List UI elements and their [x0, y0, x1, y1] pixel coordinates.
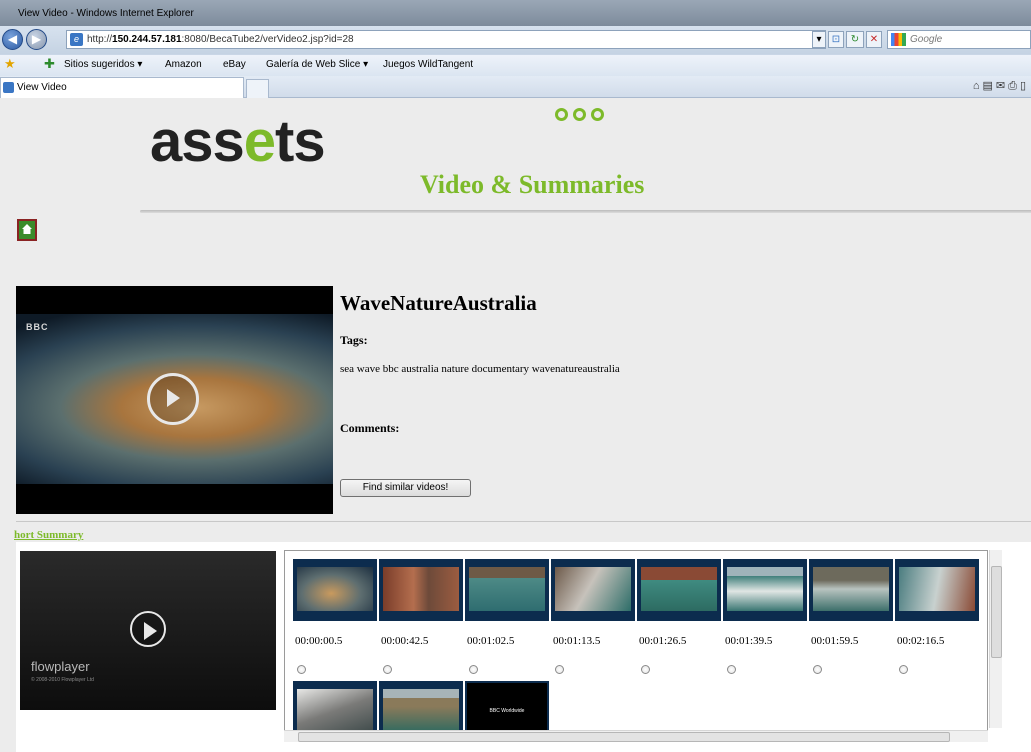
- page-content: assets Video & Summaries BBC WaveNatureA…: [0, 98, 1031, 752]
- print-icon[interactable]: ⎙: [1008, 80, 1020, 92]
- compatibility-icon[interactable]: ⊡: [828, 31, 844, 48]
- keyframe-time: 00:01:26.5: [639, 635, 687, 647]
- play-icon[interactable]: [147, 373, 199, 425]
- window-title: View Video - Windows Internet Explorer: [18, 8, 194, 19]
- keyframe-thumbnail[interactable]: [723, 559, 807, 621]
- address-row: ◀ ▶ e http://150.244.57.181:8080/BecaTub…: [0, 26, 1031, 54]
- new-tab-button[interactable]: [246, 79, 269, 98]
- keyframe-radio[interactable]: [727, 665, 736, 674]
- keyframe-time: 00:00:42.5: [381, 635, 429, 647]
- find-similar-button[interactable]: Find similar videos!: [340, 479, 471, 497]
- address-dropdown-icon[interactable]: ▾: [812, 31, 826, 48]
- section-divider: [16, 521, 1031, 522]
- keyframe-time: 00:01:13.5: [553, 635, 601, 647]
- refresh-icon[interactable]: ↻: [846, 31, 864, 48]
- back-button[interactable]: ◀: [2, 29, 23, 50]
- gallery-horizontal-scrollbar[interactable]: [284, 730, 988, 742]
- header-divider: [140, 210, 1031, 213]
- bbc-watermark: BBC: [26, 322, 49, 332]
- mail-icon[interactable]: ✉: [996, 80, 1008, 92]
- browser-window: View Video - Windows Internet Explorer ◀…: [0, 0, 1031, 752]
- forward-button[interactable]: ▶: [26, 29, 47, 50]
- fav-amazon[interactable]: Amazon: [165, 59, 202, 70]
- assets-logo: assets: [150, 109, 326, 174]
- keyframe-radio[interactable]: [899, 665, 908, 674]
- flowplayer-copyright: © 2008-2010 Flowplayer Ltd: [31, 677, 94, 683]
- keyframe-radio[interactable]: [297, 665, 306, 674]
- favorites-star-icon[interactable]: ★: [4, 56, 16, 72]
- fav-sitios-sugeridos[interactable]: Sitios sugeridos ▾: [64, 59, 142, 70]
- keyframe-time: 00:01:59.5: [811, 635, 859, 647]
- video-title: WaveNatureAustralia: [340, 291, 537, 315]
- flowplayer-brand: flowplayer: [31, 659, 90, 674]
- short-summary-link[interactable]: hort Summary: [14, 529, 83, 541]
- ie-tab-icon: [3, 82, 14, 93]
- logo-dots-icon: [555, 108, 611, 124]
- bbc-worldwide-label: BBC Worldwide: [469, 689, 545, 733]
- tab-row: View Video ⌂▤✉⎙▯: [0, 76, 1031, 98]
- keyframe-time: 00:00:00.5: [295, 635, 343, 647]
- keyframe-thumbnail[interactable]: [465, 559, 549, 621]
- comments-label: Comments:: [340, 421, 400, 435]
- gallery-vertical-scrollbar[interactable]: [989, 550, 1002, 728]
- favorites-bar: ★ ✚ Sitios sugeridos ▾ Amazon eBay Galer…: [0, 54, 1031, 76]
- fav-wildtangent[interactable]: Juegos WildTangent: [383, 59, 473, 70]
- keyframe-time: 00:01:02.5: [467, 635, 515, 647]
- keyframe-time: 00:01:39.5: [725, 635, 773, 647]
- keyframe-time: 00:02:16.5: [897, 635, 945, 647]
- summary-section: flowplayer © 2008-2010 Flowplayer Ltd 00…: [16, 542, 1031, 752]
- page-subtitle: Video & Summaries: [420, 170, 645, 199]
- google-icon: [891, 33, 906, 46]
- keyframe-radio[interactable]: [813, 665, 822, 674]
- home-icon[interactable]: ⌂: [973, 80, 983, 92]
- fav-web-slice[interactable]: Galería de Web Slice ▾: [266, 59, 368, 70]
- keyframe-thumbnail[interactable]: [293, 559, 377, 621]
- keyframe-radio[interactable]: [555, 665, 564, 674]
- add-favorite-icon[interactable]: ✚: [44, 56, 55, 72]
- home-icon[interactable]: [17, 219, 37, 241]
- main-video-player[interactable]: BBC: [16, 286, 333, 514]
- tab-view-video[interactable]: View Video: [0, 77, 244, 98]
- fav-ebay[interactable]: eBay: [223, 59, 246, 70]
- tags-label: Tags:: [340, 333, 368, 347]
- keyframe-thumbnail[interactable]: [379, 559, 463, 621]
- keyframe-thumbnail[interactable]: [551, 559, 635, 621]
- keyframe-radio[interactable]: [469, 665, 478, 674]
- address-field[interactable]: e http://150.244.57.181:8080/BecaTube2/v…: [66, 30, 826, 49]
- keyframe-gallery: 00:00:00.5 00:00:42.5 00:01:02.5 00:01:1…: [284, 550, 988, 740]
- stop-icon[interactable]: ✕: [866, 31, 882, 48]
- command-bar: ⌂▤✉⎙▯: [973, 79, 1029, 93]
- keyframe-radio[interactable]: [641, 665, 650, 674]
- keyframe-radio[interactable]: [383, 665, 392, 674]
- ie-page-icon: e: [70, 33, 83, 46]
- keyframe-thumbnail[interactable]: [895, 559, 979, 621]
- summary-flowplayer[interactable]: flowplayer © 2008-2010 Flowplayer Ltd: [20, 551, 276, 710]
- keyframe-thumbnail[interactable]: [637, 559, 721, 621]
- search-input[interactable]: Google: [887, 30, 1031, 49]
- title-bar: View Video - Windows Internet Explorer: [0, 0, 1031, 26]
- feeds-icon[interactable]: ▤: [983, 80, 996, 92]
- play-icon[interactable]: [130, 611, 166, 647]
- tags-value: sea wave bbc australia nature documentar…: [340, 363, 620, 375]
- keyframe-thumbnail[interactable]: [809, 559, 893, 621]
- page-menu-icon[interactable]: ▯: [1020, 80, 1029, 92]
